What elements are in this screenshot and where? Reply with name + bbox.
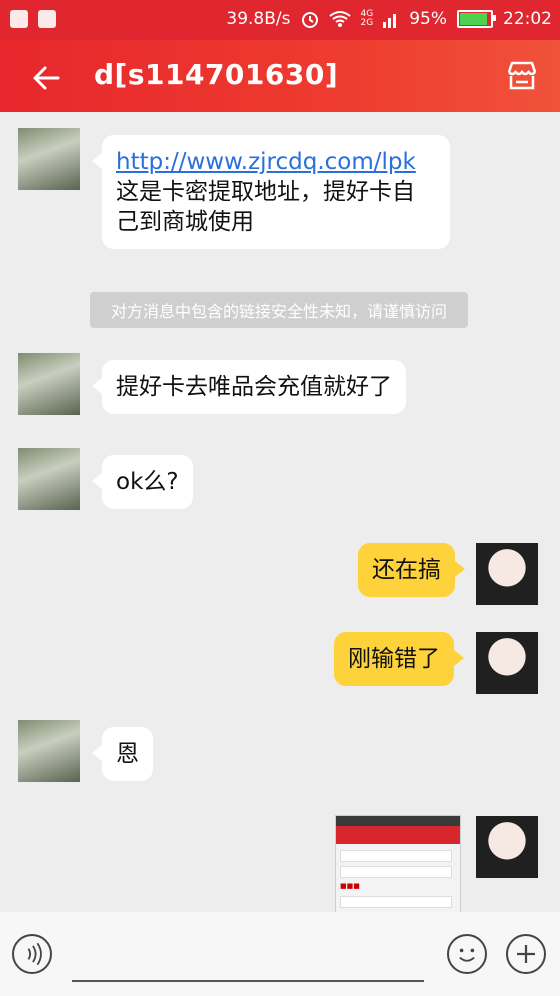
message-bubble[interactable]: ok么? — [92, 455, 193, 509]
contact-avatar[interactable] — [18, 720, 80, 782]
contact-avatar[interactable] — [18, 353, 80, 415]
message-bubble[interactable]: 恩 — [92, 727, 153, 781]
message-bubble[interactable]: 还在搞 — [358, 543, 465, 597]
message-text: 这是卡密提取地址，提好卡自己到商城使用 — [116, 179, 415, 235]
message-bubble[interactable]: 刚输错了 — [334, 632, 464, 686]
status-right: 39.8B/s 4G 2G 95% 22:02 — [226, 9, 552, 29]
my-avatar[interactable] — [476, 543, 538, 605]
input-bar — [0, 912, 560, 996]
status-bar: 39.8B/s 4G 2G 95% 22:02 — [0, 0, 560, 40]
chat-header: d[s114701630] — [0, 40, 560, 112]
shop-icon[interactable] — [504, 58, 540, 94]
notification-icons — [10, 10, 56, 28]
clock: 22:02 — [503, 9, 552, 29]
message-text: 还在搞 — [372, 557, 441, 583]
message-list[interactable]: http://www.zjrcdq.com/lpk 这是卡密提取地址，提好卡自己… — [0, 112, 560, 912]
message-text: ok么? — [116, 469, 179, 495]
back-arrow-icon[interactable] — [28, 60, 64, 96]
image-notification-icon — [10, 10, 28, 28]
plus-icon[interactable] — [506, 934, 546, 974]
my-avatar[interactable] — [476, 632, 538, 694]
network-speed: 39.8B/s — [226, 9, 291, 29]
wifi-icon — [328, 11, 351, 27]
message-bubble[interactable]: http://www.zjrcdq.com/lpk 这是卡密提取地址，提好卡自己… — [92, 135, 450, 249]
network-2g-label: 2G — [360, 18, 374, 28]
message-text: 提好卡去唯品会充值就好了 — [116, 374, 392, 400]
signal-icon — [383, 14, 397, 28]
voice-icon[interactable] — [12, 934, 52, 974]
contact-avatar[interactable] — [18, 128, 80, 190]
message-link[interactable]: http://www.zjrcdq.com/lpk — [116, 147, 436, 177]
emoji-icon[interactable] — [447, 934, 487, 974]
message-text: 恩 — [116, 741, 139, 767]
alarm-icon — [301, 12, 318, 28]
network-type: 4G 2G — [361, 10, 374, 28]
contact-avatar[interactable] — [18, 448, 80, 510]
chat-title: d[s114701630] — [94, 58, 339, 91]
image-message[interactable]: ■■■ — [335, 815, 461, 912]
my-avatar[interactable] — [476, 816, 538, 878]
security-notice: 对方消息中包含的链接安全性未知，请谨慎访问 — [90, 292, 468, 328]
message-input[interactable] — [72, 980, 424, 982]
qq-notification-icon — [38, 10, 56, 28]
message-bubble[interactable]: 提好卡去唯品会充值就好了 — [92, 360, 406, 414]
battery-icon — [457, 10, 496, 28]
message-text: 刚输错了 — [348, 646, 440, 672]
battery-percent: 95% — [409, 9, 447, 29]
